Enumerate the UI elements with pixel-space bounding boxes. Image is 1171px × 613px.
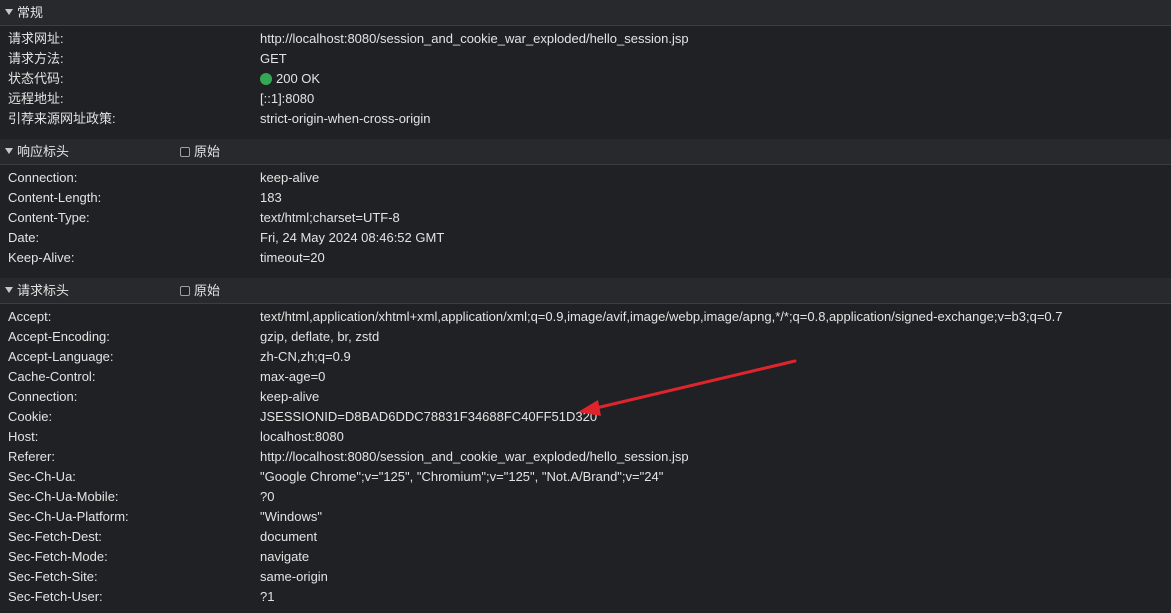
header-value: max-age=0 xyxy=(260,369,326,384)
header-key: 状态代码: xyxy=(8,71,64,86)
header-key: Accept-Encoding: xyxy=(8,329,110,344)
request-row: Cache-Control: max-age=0 xyxy=(0,367,1171,387)
header-key: Cookie: xyxy=(8,409,53,424)
request-row: Referer: http://localhost:8080/session_a… xyxy=(0,447,1171,467)
request-row: Sec-Fetch-User: ?1 xyxy=(0,587,1171,607)
triangle-down-icon[interactable] xyxy=(5,9,13,15)
request-row: Accept: text/html,application/xhtml+xml,… xyxy=(0,307,1171,327)
header-value: GET xyxy=(260,51,287,66)
request-row: Sec-Fetch-Dest: document xyxy=(0,527,1171,547)
triangle-down-icon[interactable] xyxy=(5,148,13,154)
header-value: "Google Chrome";v="125", "Chromium";v="1… xyxy=(260,469,664,484)
request-row: Sec-Ch-Ua-Platform: "Windows" xyxy=(0,507,1171,527)
header-value: gzip, deflate, br, zstd xyxy=(260,329,380,344)
section-header-response[interactable]: 响应标头 原始 xyxy=(0,139,1171,165)
raw-label: 原始 xyxy=(194,283,221,298)
status-value: 200 OK xyxy=(260,72,320,86)
header-value: ?0 xyxy=(260,489,275,504)
header-value: ?1 xyxy=(260,589,275,604)
request-row: Accept-Encoding: gzip, deflate, br, zstd xyxy=(0,327,1171,347)
header-value: document xyxy=(260,529,318,544)
headers-panel: 常规 请求网址: http://localhost:8080/session_a… xyxy=(0,0,1171,613)
header-key: Sec-Fetch-Mode: xyxy=(8,549,108,564)
general-row-method: 请求方法: GET xyxy=(0,49,1171,69)
header-key: 请求网址: xyxy=(8,31,64,46)
section-header-general[interactable]: 常规 xyxy=(0,0,1171,26)
header-value: 183 xyxy=(260,190,282,205)
header-value: text/html;charset=UTF-8 xyxy=(260,210,400,225)
raw-checkbox-response[interactable]: 原始 xyxy=(180,145,220,159)
header-value: navigate xyxy=(260,549,310,564)
header-value: same-origin xyxy=(260,569,328,584)
header-key: Connection: xyxy=(8,170,78,185)
section-title: 常规 xyxy=(17,5,44,20)
header-value: [::1]:8080 xyxy=(260,91,315,106)
header-key: Date: xyxy=(8,230,40,245)
header-key: Content-Length: xyxy=(8,190,102,205)
header-key: Sec-Ch-Ua-Mobile: xyxy=(8,489,119,504)
header-value: "Windows" xyxy=(260,509,322,524)
header-value: Fri, 24 May 2024 08:46:52 GMT xyxy=(260,230,445,245)
header-key: Sec-Ch-Ua: xyxy=(8,469,76,484)
general-row-remote-address: 远程地址: [::1]:8080 xyxy=(0,89,1171,109)
header-key: Sec-Fetch-Dest: xyxy=(8,529,102,544)
request-row: Accept-Language: zh-CN,zh;q=0.9 xyxy=(0,347,1171,367)
response-row: Date: Fri, 24 May 2024 08:46:52 GMT xyxy=(0,228,1171,248)
checkbox-icon[interactable] xyxy=(180,147,190,157)
header-key: 引荐来源网址政策: xyxy=(8,111,116,126)
header-value: JSESSIONID=D8BAD6DDC78831F34688FC40FF51D… xyxy=(260,409,598,424)
response-row: Keep-Alive: timeout=20 xyxy=(0,248,1171,268)
header-key: Host: xyxy=(8,429,39,444)
header-key: Sec-Fetch-Site: xyxy=(8,569,98,584)
header-key: Referer: xyxy=(8,449,55,464)
header-value: zh-CN,zh;q=0.9 xyxy=(260,349,351,364)
general-row-status: 状态代码: 200 OK xyxy=(0,69,1171,89)
general-row-url: 请求网址: http://localhost:8080/session_and_… xyxy=(0,29,1171,49)
header-value: localhost:8080 xyxy=(260,429,344,444)
header-value: strict-origin-when-cross-origin xyxy=(260,111,431,126)
status-text: 200 OK xyxy=(276,71,321,86)
header-key: Cache-Control: xyxy=(8,369,96,384)
header-value: text/html,application/xhtml+xml,applicat… xyxy=(260,309,1063,324)
general-row-referrer-policy: 引荐来源网址政策: strict-origin-when-cross-origi… xyxy=(0,109,1171,129)
header-key: Sec-Ch-Ua-Platform: xyxy=(8,509,129,524)
request-row: Host: localhost:8080 xyxy=(0,427,1171,447)
raw-label: 原始 xyxy=(194,144,221,159)
section-title: 响应标头 xyxy=(17,144,70,159)
response-row: Content-Length: 183 xyxy=(0,188,1171,208)
header-key: Accept-Language: xyxy=(8,349,114,364)
raw-checkbox-request[interactable]: 原始 xyxy=(180,284,220,298)
header-key: Keep-Alive: xyxy=(8,250,75,265)
header-key: Accept: xyxy=(8,309,52,324)
request-row-cookie: Cookie: JSESSIONID=D8BAD6DDC78831F34688F… xyxy=(0,407,1171,427)
header-key: 请求方法: xyxy=(8,51,64,66)
section-header-request[interactable]: 请求标头 原始 xyxy=(0,278,1171,304)
green-dot-icon xyxy=(260,73,272,85)
triangle-down-icon[interactable] xyxy=(5,287,13,293)
request-row: Sec-Fetch-Site: same-origin xyxy=(0,567,1171,587)
header-value: timeout=20 xyxy=(260,250,325,265)
header-key: Sec-Fetch-User: xyxy=(8,589,103,604)
request-row: Sec-Ch-Ua: "Google Chrome";v="125", "Chr… xyxy=(0,467,1171,487)
header-value: keep-alive xyxy=(260,170,320,185)
request-row: Sec-Ch-Ua-Mobile: ?0 xyxy=(0,487,1171,507)
request-row: Sec-Fetch-Mode: navigate xyxy=(0,547,1171,567)
section-title: 请求标头 xyxy=(17,283,70,298)
response-row: Connection: keep-alive xyxy=(0,168,1171,188)
response-row: Content-Type: text/html;charset=UTF-8 xyxy=(0,208,1171,228)
request-row: Connection: keep-alive xyxy=(0,387,1171,407)
header-key: 远程地址: xyxy=(8,91,64,106)
header-value: http://localhost:8080/session_and_cookie… xyxy=(260,31,689,46)
header-value: keep-alive xyxy=(260,389,320,404)
checkbox-icon[interactable] xyxy=(180,286,190,296)
header-key: Content-Type: xyxy=(8,210,90,225)
header-value: http://localhost:8080/session_and_cookie… xyxy=(260,449,689,464)
header-key: Connection: xyxy=(8,389,78,404)
